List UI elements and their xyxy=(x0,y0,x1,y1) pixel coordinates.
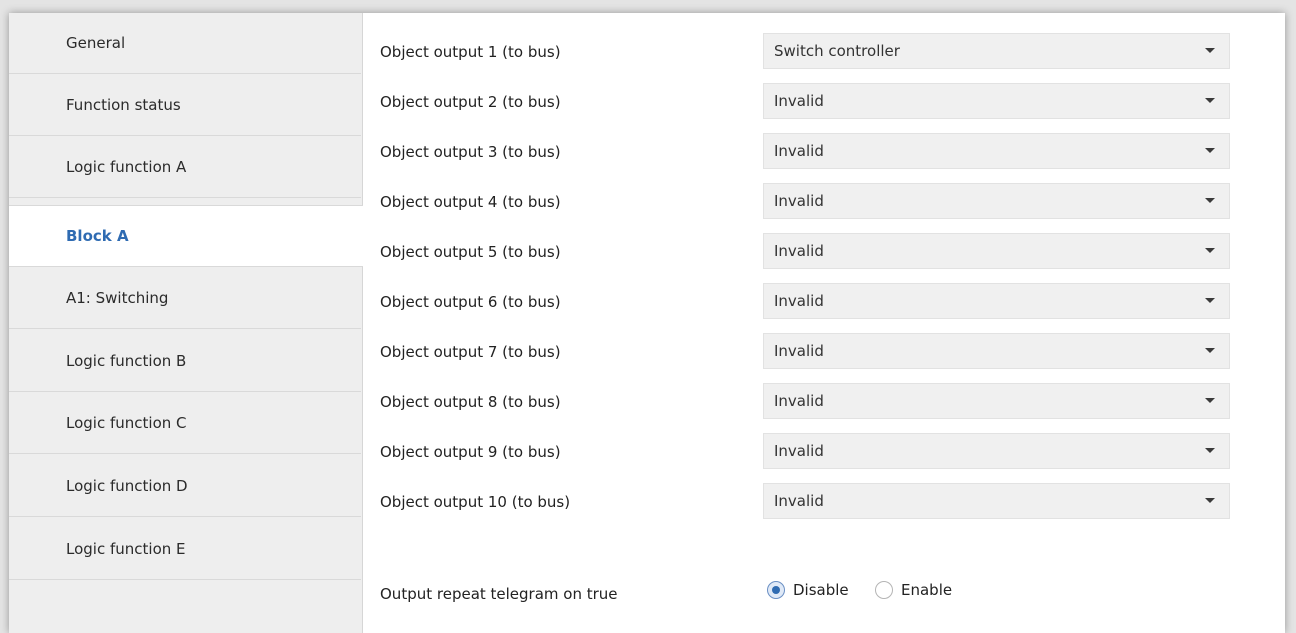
select-value: Invalid xyxy=(774,442,824,460)
param-label: Object output 1 (to bus) xyxy=(380,43,561,61)
param-label: Object output 9 (to bus) xyxy=(380,443,561,461)
sidebar-item-label: Logic function E xyxy=(66,540,186,558)
chevron-down-icon xyxy=(1205,398,1215,403)
repeat-telegram-label: Output repeat telegram on true xyxy=(380,585,618,603)
radio-enable[interactable]: Enable xyxy=(875,579,975,603)
parameter-panel: Object output 1 (to bus) Switch controll… xyxy=(363,13,1285,633)
output-3-select[interactable]: Invalid xyxy=(763,133,1230,169)
param-row-output-6: Object output 6 (to bus) Invalid xyxy=(363,283,1263,323)
output-9-select[interactable]: Invalid xyxy=(763,433,1230,469)
output-7-select[interactable]: Invalid xyxy=(763,333,1230,369)
param-label: Object output 2 (to bus) xyxy=(380,93,561,111)
output-4-select[interactable]: Invalid xyxy=(763,183,1230,219)
select-value: Invalid xyxy=(774,392,824,410)
select-value: Invalid xyxy=(774,342,824,360)
param-label: Object output 10 (to bus) xyxy=(380,493,571,511)
param-row-output-7: Object output 7 (to bus) Invalid xyxy=(363,333,1263,373)
param-row-output-3: Object output 3 (to bus) Invalid xyxy=(363,133,1263,173)
param-label: Object output 6 (to bus) xyxy=(380,293,561,311)
sidebar-item-function-status[interactable]: Function status xyxy=(9,75,361,136)
sidebar-item-label: A1: Switching xyxy=(66,289,169,307)
select-value: Invalid xyxy=(774,292,824,310)
sidebar-item-label: Logic function B xyxy=(66,352,187,370)
chevron-down-icon xyxy=(1205,298,1215,303)
param-row-output-2: Object output 2 (to bus) Invalid xyxy=(363,83,1263,123)
output-10-select[interactable]: Invalid xyxy=(763,483,1230,519)
sidebar-item-logic-function-e[interactable]: Logic function E xyxy=(9,519,361,580)
param-row-output-1: Object output 1 (to bus) Switch controll… xyxy=(363,33,1263,73)
sidebar-item-label: General xyxy=(66,34,126,52)
output-1-select[interactable]: Switch controller xyxy=(763,33,1230,69)
sidebar-item-label: Block A xyxy=(66,227,129,245)
select-value: Invalid xyxy=(774,242,824,260)
sidebar-item-a1-switching[interactable]: A1: Switching xyxy=(9,268,361,329)
chevron-down-icon xyxy=(1205,198,1215,203)
chevron-down-icon xyxy=(1205,448,1215,453)
param-label: Object output 3 (to bus) xyxy=(380,143,561,161)
output-2-select[interactable]: Invalid xyxy=(763,83,1230,119)
sidebar-item-label: Logic function A xyxy=(66,158,187,176)
param-row-output-5: Object output 5 (to bus) Invalid xyxy=(363,233,1263,273)
radio-disable[interactable]: Disable xyxy=(767,579,867,603)
sidebar-item-block-a[interactable]: Block A xyxy=(9,205,363,267)
chevron-down-icon xyxy=(1205,348,1215,353)
sidebar-item-logic-function-a[interactable]: Logic function A xyxy=(9,137,361,198)
radio-label: Disable xyxy=(793,581,849,599)
param-row-output-8: Object output 8 (to bus) Invalid xyxy=(363,383,1263,423)
param-label: Object output 4 (to bus) xyxy=(380,193,561,211)
radio-unselected-icon xyxy=(875,581,893,599)
select-value: Invalid xyxy=(774,142,824,160)
output-8-select[interactable]: Invalid xyxy=(763,383,1230,419)
sidebar-item-general[interactable]: General xyxy=(9,13,361,74)
select-value: Invalid xyxy=(774,492,824,510)
chevron-down-icon xyxy=(1205,248,1215,253)
chevron-down-icon xyxy=(1205,98,1215,103)
chevron-down-icon xyxy=(1205,48,1215,53)
sidebar-item-logic-function-c[interactable]: Logic function C xyxy=(9,393,361,454)
param-label: Object output 5 (to bus) xyxy=(380,243,561,261)
output-6-select[interactable]: Invalid xyxy=(763,283,1230,319)
param-label: Object output 7 (to bus) xyxy=(380,343,561,361)
radio-dot-icon xyxy=(772,586,780,594)
param-label: Object output 8 (to bus) xyxy=(380,393,561,411)
sidebar-item-label: Function status xyxy=(66,96,181,114)
param-row-output-10: Object output 10 (to bus) Invalid xyxy=(363,483,1263,523)
sidebar: General Function status Logic function A… xyxy=(9,13,363,633)
chevron-down-icon xyxy=(1205,498,1215,503)
chevron-down-icon xyxy=(1205,148,1215,153)
sidebar-item-label: Logic function C xyxy=(66,414,187,432)
param-row-output-4: Object output 4 (to bus) Invalid xyxy=(363,183,1263,223)
radio-selected-icon xyxy=(767,581,785,599)
window: General Function status Logic function A… xyxy=(9,13,1285,633)
param-row-output-9: Object output 9 (to bus) Invalid xyxy=(363,433,1263,473)
sidebar-item-label: Logic function D xyxy=(66,477,188,495)
select-value: Invalid xyxy=(774,192,824,210)
output-5-select[interactable]: Invalid xyxy=(763,233,1230,269)
sidebar-item-logic-function-d[interactable]: Logic function D xyxy=(9,456,361,517)
sidebar-item-logic-function-b[interactable]: Logic function B xyxy=(9,331,361,392)
radio-label: Enable xyxy=(901,581,953,599)
select-value: Switch controller xyxy=(774,42,900,60)
select-value: Invalid xyxy=(774,92,824,110)
